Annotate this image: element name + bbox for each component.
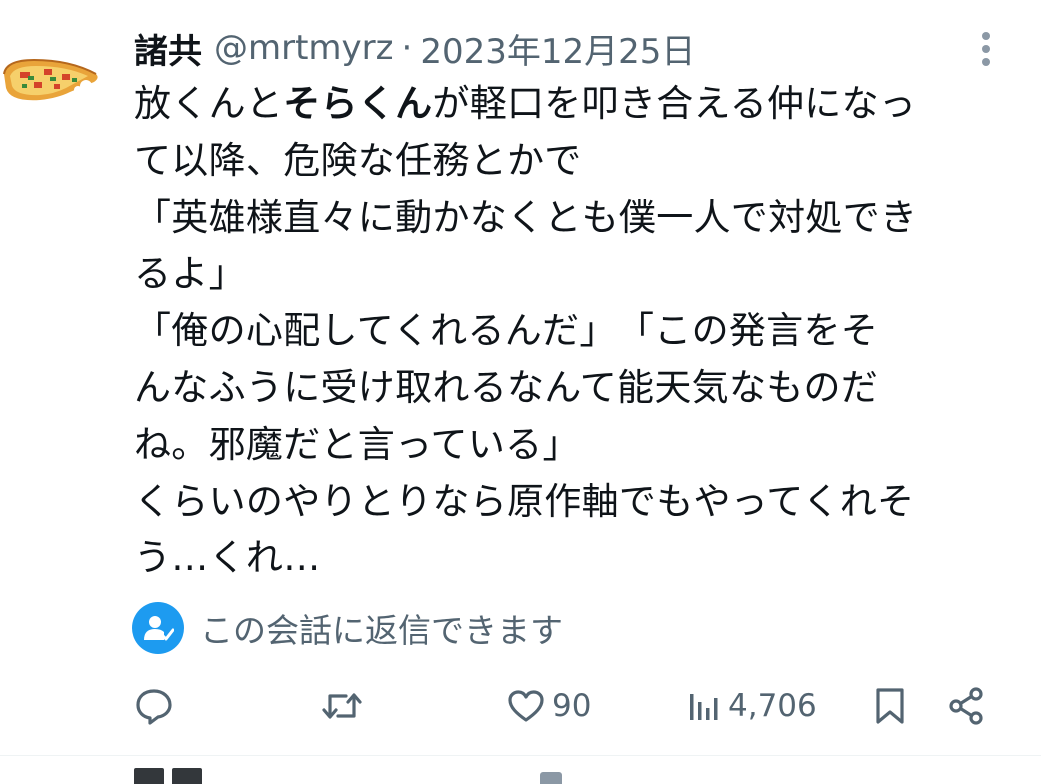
next-tweet-header-peek bbox=[540, 772, 580, 784]
body-line: くらいのやりとりなら原作軸でもやってくれそ bbox=[134, 479, 915, 523]
bookmark-icon bbox=[876, 688, 904, 724]
heart-icon bbox=[508, 690, 544, 722]
next-tweet-peek[interactable] bbox=[0, 755, 1041, 784]
like-button[interactable]: 90 bbox=[506, 680, 591, 732]
next-tweet-author-peek bbox=[134, 768, 214, 784]
share-icon bbox=[949, 687, 983, 725]
body-line: 「英雄様直々に動かなくとも僕一人で対処でき bbox=[134, 195, 918, 239]
share-button[interactable] bbox=[946, 680, 986, 732]
more-vertical-icon bbox=[982, 32, 990, 66]
action-bar: 90 4,706 bbox=[0, 680, 1041, 732]
body-line: るよ」 bbox=[134, 252, 246, 296]
body-line: て以降、危険な任務とかで bbox=[134, 138, 582, 182]
header-separator: · bbox=[401, 28, 413, 68]
body-line: んなふうに受け取れるなんて能天気なものだ bbox=[134, 365, 879, 409]
reply-permission-notice: この会話に返信できます bbox=[132, 602, 563, 654]
person-check-icon bbox=[132, 602, 184, 654]
body-line: ね。邪魔だと言っている」 bbox=[134, 422, 580, 466]
tweet-header: 諸共 @mrtmyrz · 2023年12月25日 bbox=[134, 22, 695, 74]
views-button[interactable]: 4,706 bbox=[686, 680, 817, 732]
avatar[interactable] bbox=[0, 52, 104, 112]
reply-bubble-icon bbox=[136, 689, 172, 725]
pizza-avatar-icon bbox=[3, 58, 98, 101]
bar-chart-icon bbox=[690, 694, 718, 720]
more-options-button[interactable] bbox=[968, 30, 1004, 70]
author-name[interactable]: 諸共 bbox=[134, 24, 202, 73]
tweet-body: 放くんとそらくんが軽口を叩き合える仲になっ て以降、危険な任務とかで 「英雄様直… bbox=[134, 76, 994, 587]
like-count: 90 bbox=[552, 688, 592, 724]
tweet-date[interactable]: 2023年12月25日 bbox=[420, 24, 695, 73]
reply-notice-text: この会話に返信できます bbox=[200, 611, 563, 650]
retweet-button[interactable] bbox=[320, 680, 364, 732]
author-handle[interactable]: @mrtmyrz bbox=[214, 28, 394, 68]
body-line: 放くんとそらくんが軽口を叩き合える仲になっ bbox=[134, 82, 917, 125]
bookmark-button[interactable] bbox=[872, 680, 908, 732]
tweet-card[interactable]: 諸共 @mrtmyrz · 2023年12月25日 放くんとそらくんが軽口を叩き… bbox=[0, 0, 1041, 755]
body-line: 「俺の心配してくれるんだ」 「この発言をそ bbox=[134, 309, 879, 353]
reply-button[interactable] bbox=[134, 680, 174, 732]
retweet-icon bbox=[322, 693, 362, 719]
body-line: う…くれ… bbox=[134, 536, 321, 580]
mention-bold: そらくん bbox=[283, 82, 433, 125]
view-count: 4,706 bbox=[728, 688, 817, 724]
